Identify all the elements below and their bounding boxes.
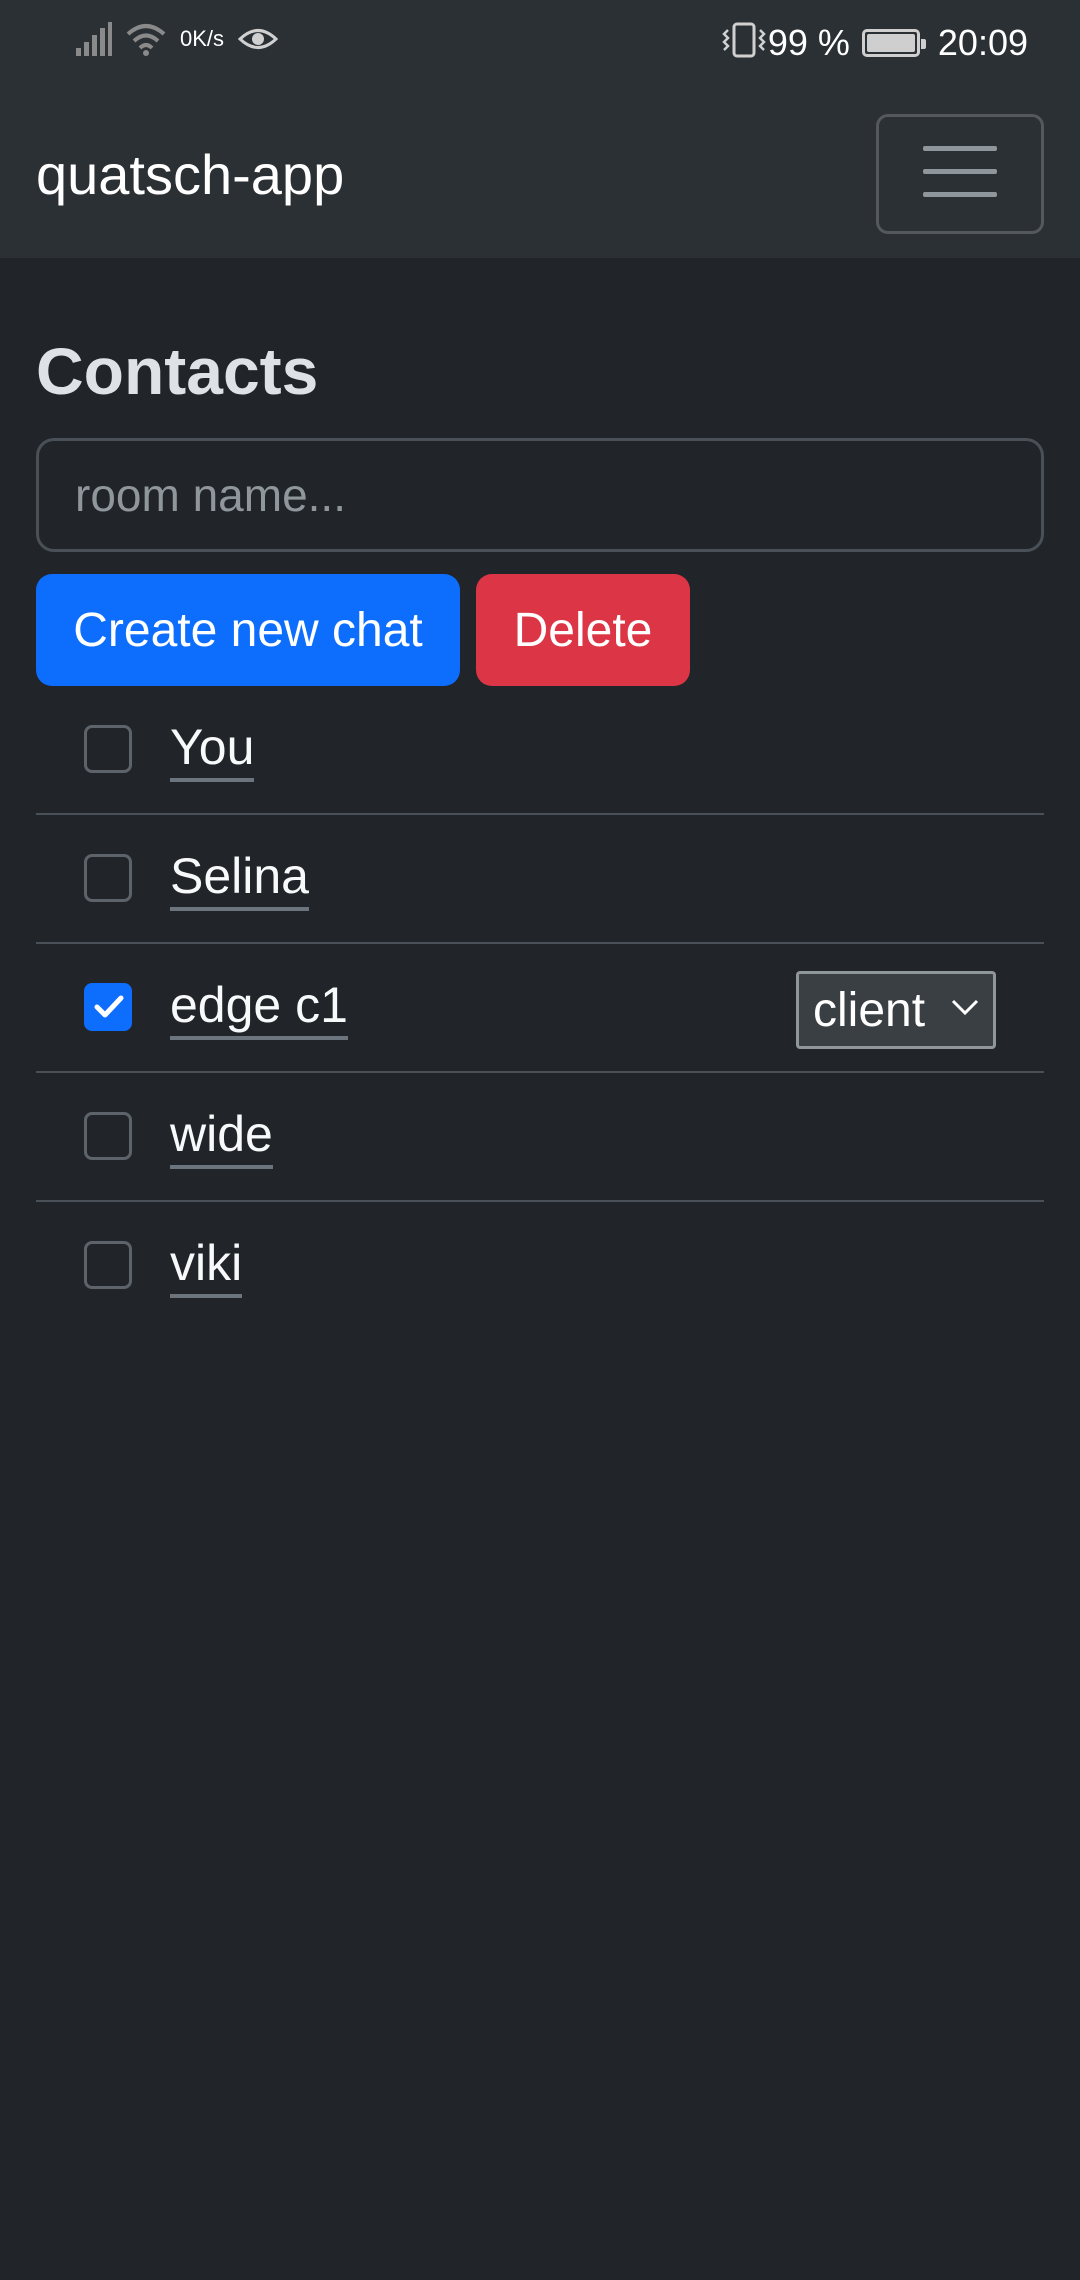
clock: 20:09 — [937, 21, 1028, 63]
status-left: 0 K/s — [76, 22, 292, 56]
room-name-input[interactable] — [36, 438, 1044, 552]
network-speed-value: 0 — [180, 26, 193, 51]
contact-name-link[interactable]: viki — [170, 1232, 243, 1298]
create-chat-button[interactable]: Create new chat — [36, 574, 460, 686]
battery-icon — [861, 28, 926, 57]
contact-row: Selina — [36, 815, 1044, 944]
delete-button[interactable]: Delete — [476, 574, 690, 686]
contact-checkbox[interactable] — [84, 1112, 132, 1160]
menu-toggle-button[interactable] — [876, 114, 1044, 234]
wifi-icon — [126, 22, 166, 56]
contact-row: viki — [36, 1202, 1044, 1331]
contact-checkbox[interactable] — [84, 1241, 132, 1289]
battery-percent: 99 % — [767, 21, 850, 63]
role-select[interactable]: client — [796, 971, 996, 1049]
status-right: 99 % 20:09 — [720, 20, 1028, 65]
checkmark-icon — [94, 995, 124, 1018]
contact-checkbox[interactable] — [84, 983, 132, 1031]
page-title: Contacts — [36, 334, 319, 408]
contact-name-link[interactable]: Selina — [170, 845, 309, 911]
role-select-value: client — [813, 983, 926, 1037]
navbar: quatsch-app — [0, 92, 1080, 258]
contact-checkbox[interactable] — [84, 725, 132, 773]
app-brand[interactable]: quatsch-app — [36, 140, 344, 210]
contact-name-link[interactable]: wide — [170, 1103, 273, 1169]
contact-row: edge c1 client — [36, 944, 1044, 1073]
vibrate-icon — [720, 20, 768, 65]
contact-checkbox[interactable] — [84, 854, 132, 902]
network-speed: 0 K/s — [180, 27, 224, 51]
hamburger-icon — [923, 144, 997, 205]
contact-name-link[interactable]: You — [170, 716, 255, 782]
contact-row: wide — [36, 1073, 1044, 1202]
status-bar: 0 K/s 99 % 20:09 — [0, 0, 1080, 92]
signal-icon — [76, 22, 112, 56]
eye-icon — [238, 24, 278, 54]
contact-row: You — [36, 686, 1044, 815]
contact-list: You Selina edge c1 client wide viki — [36, 686, 1044, 1331]
contact-name-link[interactable]: edge c1 — [170, 974, 348, 1040]
chevron-down-icon — [951, 998, 979, 1021]
network-speed-unit: K/s — [192, 26, 225, 51]
